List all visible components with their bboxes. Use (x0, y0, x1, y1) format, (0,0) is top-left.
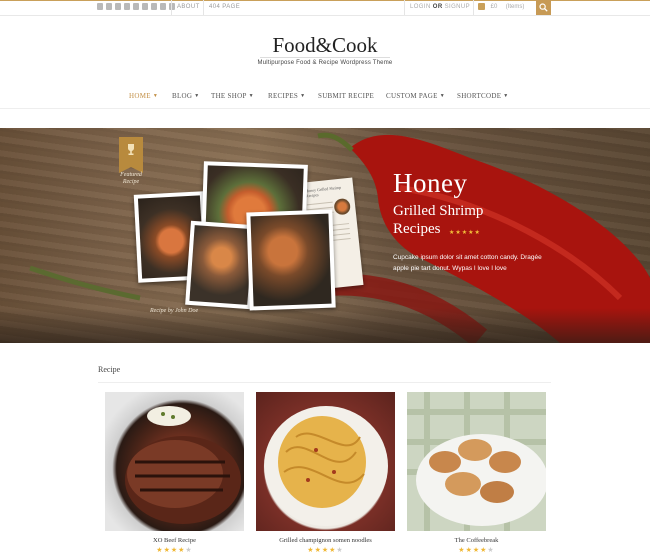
recipe-credit: Recipe by John Doe (150, 308, 199, 314)
recipe-card-title: Honey Grilled Shrimp Recipes (305, 184, 342, 199)
featured-badge (119, 137, 143, 173)
site-logo[interactable]: Food&Cook (0, 33, 650, 58)
cart-items: (Items) (505, 4, 525, 10)
chevron-down-icon: ▼ (194, 94, 200, 99)
search-button[interactable] (536, 0, 551, 15)
cart-amount: £0 (490, 4, 498, 10)
top-bar: ABOUT 404 PAGE LOGIN OR SIGNUP £0 (Items… (0, 0, 650, 16)
recipe-item[interactable]: The Coffeebreak ★★★★★ (407, 392, 546, 554)
login-link[interactable]: LOGIN (410, 4, 431, 10)
nav-label: BLOG (172, 92, 193, 100)
featured-badge-label: Featured Recipe (120, 172, 142, 185)
recipe-image[interactable] (407, 392, 546, 531)
hero-rating: ★★★★★ (449, 230, 481, 236)
nav-divider (0, 108, 650, 109)
cart-icon (478, 2, 485, 10)
photo-frame (246, 209, 336, 311)
chevron-down-icon: ▼ (248, 94, 254, 99)
hero-description: Cupcake ipsum dolor sit amet cotton cand… (393, 254, 542, 272)
signup-link[interactable]: SIGNUP (445, 4, 470, 10)
hero-subtitle-2[interactable]: Recipes (393, 221, 440, 238)
linkedin-icon[interactable] (106, 3, 112, 10)
nav-label: RECIPES (268, 92, 299, 100)
recipe-name[interactable]: The Coffeebreak (407, 537, 546, 544)
twitter-icon[interactable] (124, 3, 130, 10)
chevron-down-icon: ▼ (439, 94, 445, 99)
nav-label: SHORTCODE (457, 92, 502, 100)
recipe-name[interactable]: XO Beef Recipe (105, 537, 244, 544)
youtube-icon[interactable] (142, 3, 148, 10)
recipe-rating: ★★★★★ (156, 547, 193, 554)
recipe-name[interactable]: Grilled champignon somen noodles (256, 537, 395, 544)
search-icon (539, 3, 548, 12)
nav-item-recipes[interactable]: RECIPES ▼ (268, 92, 305, 100)
chevron-down-icon: ▼ (152, 94, 159, 99)
section-title: Recipe (98, 365, 121, 374)
flickr-icon[interactable] (160, 3, 166, 10)
recipe-image[interactable] (105, 392, 244, 531)
nav-label: SUBMIT RECIPE (318, 92, 375, 100)
trophy-icon (128, 144, 134, 155)
recipe-item[interactable]: Grilled champignon somen noodles ★★★★★ (256, 392, 395, 554)
pinterest-icon[interactable] (115, 3, 121, 10)
nav-label: HOME (129, 92, 151, 100)
top-link-about[interactable]: ABOUT (171, 0, 205, 15)
cookies-image (407, 392, 546, 531)
logo-divider (260, 57, 390, 58)
rss-icon[interactable] (97, 3, 103, 10)
nav-label: CUSTOM PAGE (386, 92, 438, 100)
shrimp-photo (189, 225, 253, 305)
nav-label: THE SHOP (211, 92, 247, 100)
nav-item-blog[interactable]: BLOG ▼ (172, 92, 200, 100)
nav-item-the-shop[interactable]: THE SHOP ▼ (211, 92, 254, 100)
steak-image (125, 406, 241, 524)
text-line (306, 201, 333, 206)
nav-item-home[interactable]: HOME ▼ (129, 92, 158, 100)
email-icon[interactable] (151, 3, 157, 10)
hero-title[interactable]: Honey (393, 168, 467, 199)
site-tagline: Multipurpose Food & Recipe Wordpress The… (257, 60, 393, 66)
chevron-down-icon: ▼ (503, 94, 509, 99)
recipe-image[interactable] (256, 392, 395, 531)
nav-item-submit-recipe[interactable]: SUBMIT RECIPE (318, 92, 374, 100)
recipe-rating: ★★★★★ (307, 547, 344, 554)
account-links: LOGIN OR SIGNUP (404, 0, 470, 15)
social-links (97, 3, 175, 10)
main-nav: HOME ▼ BLOG ▼ THE SHOP ▼ RECIPES ▼ SUBMIT RE… (0, 92, 650, 106)
top-link-404[interactable]: 404 PAGE (203, 0, 245, 15)
or-label: OR (432, 4, 443, 10)
cart-widget[interactable]: £0 (Items) (473, 0, 536, 15)
chevron-down-icon: ▼ (300, 94, 306, 99)
top-accent-line (0, 0, 650, 1)
hero-subtitle[interactable]: Grilled Shrimp (393, 203, 483, 220)
hero-shadow (0, 308, 650, 343)
nav-item-shortcode[interactable]: SHORTCODE ▼ (457, 92, 509, 100)
shrimp-photo (250, 213, 332, 307)
section-divider (98, 382, 551, 383)
recipe-card-thumbnail (333, 197, 351, 216)
nav-item-custom-page[interactable]: CUSTOM PAGE ▼ (386, 92, 445, 100)
facebook-icon[interactable] (133, 3, 139, 10)
noodles-image (264, 406, 388, 526)
recipe-rating: ★★★★★ (458, 547, 495, 554)
recipe-item[interactable]: XO Beef Recipe ★★★★★ (105, 392, 244, 554)
